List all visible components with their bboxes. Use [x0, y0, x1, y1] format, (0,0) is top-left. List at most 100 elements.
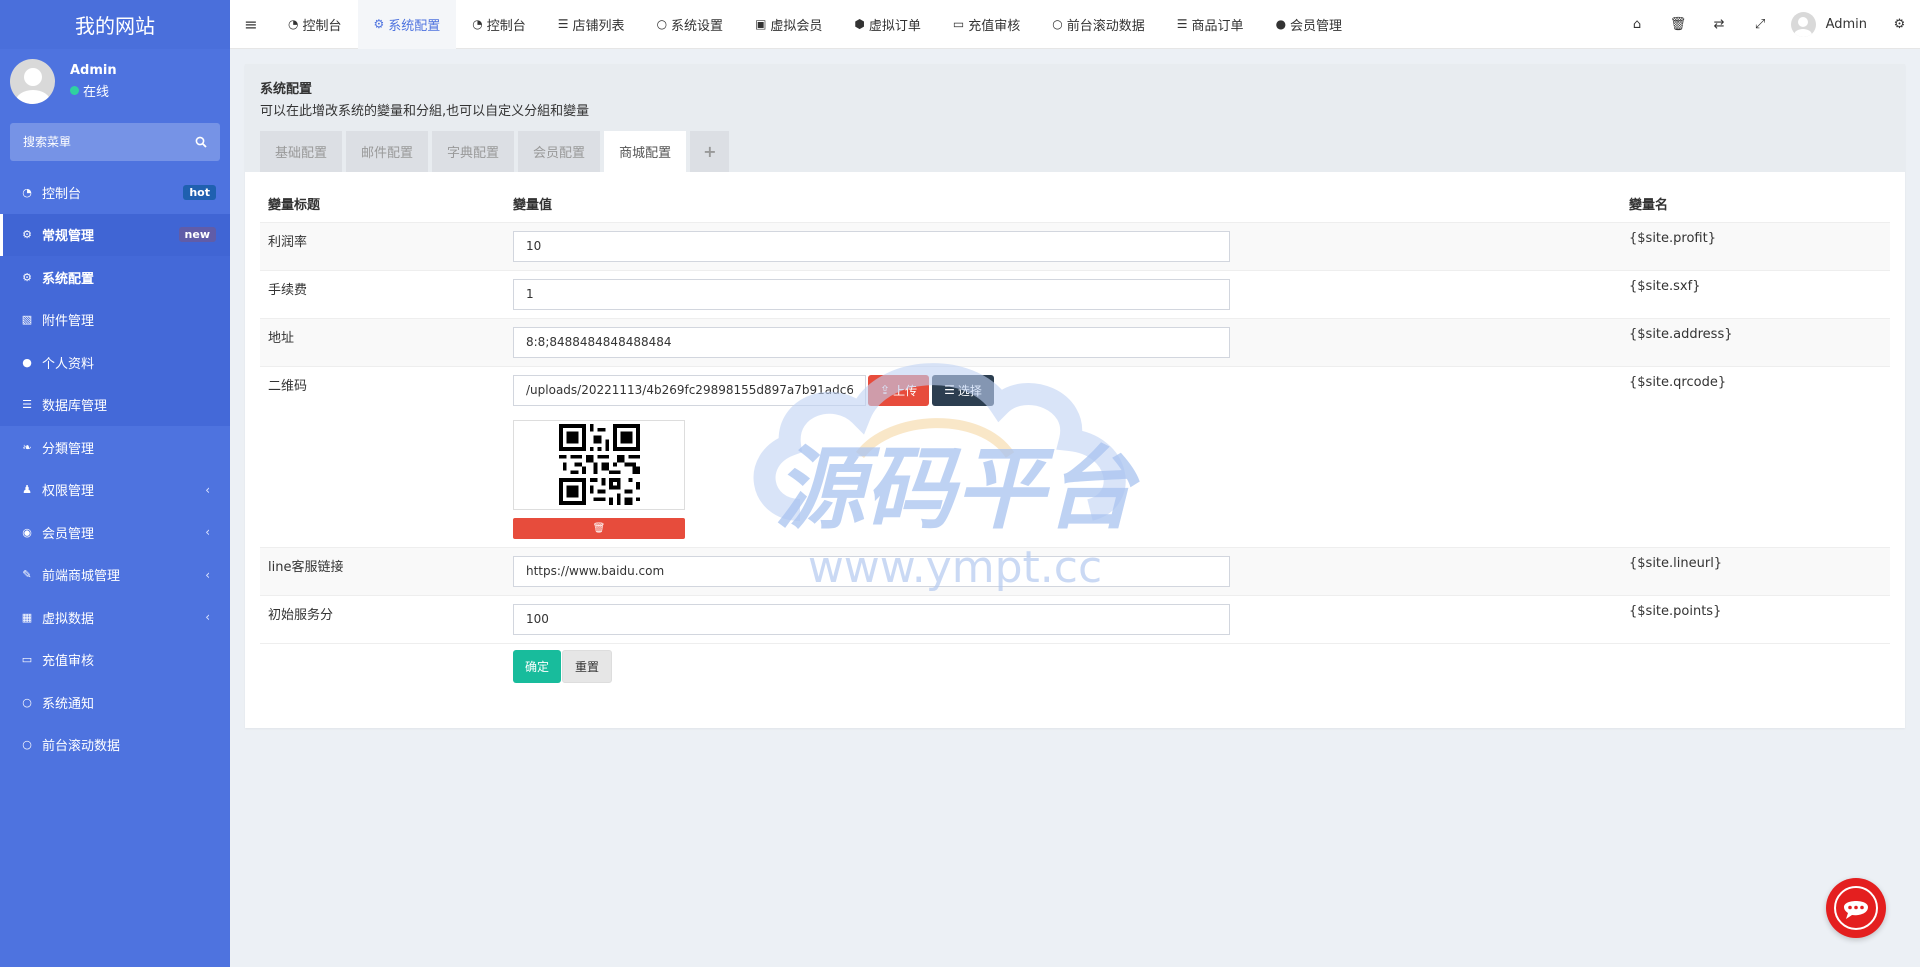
- column-header-value: 變量值: [505, 185, 1621, 223]
- sidebar-item-notifications[interactable]: ○ 系统通知: [0, 681, 230, 724]
- chevron-left-icon: ‹: [205, 610, 210, 625]
- qrcode-path-input[interactable]: [513, 374, 866, 406]
- row-title: line客服链接: [260, 546, 505, 595]
- address-input[interactable]: [513, 326, 1230, 358]
- table-header-row: 變量标题 變量值 變量名: [260, 185, 1890, 223]
- sidebar-item-label: 前端商城管理: [42, 569, 121, 585]
- sidebar-item-recharge-review[interactable]: ▭ 充值审核: [0, 639, 230, 682]
- tab-email-config[interactable]: 邮件配置: [346, 131, 429, 172]
- sidebar-item-database[interactable]: ☰ 数据库管理: [0, 383, 230, 426]
- upload-button[interactable]: ⇪ 上传: [868, 374, 930, 406]
- dashboard-icon: ◔: [288, 17, 299, 31]
- database-icon: ☰: [22, 398, 32, 412]
- online-dot-icon: [70, 86, 79, 95]
- tab-system-settings[interactable]: ○ 系统设置: [641, 0, 740, 49]
- tab-recharge-review[interactable]: ▭ 充值审核: [937, 0, 1036, 49]
- variable-name: {$site.qrcode}: [1621, 365, 1890, 547]
- cogs-icon[interactable]: ⚙: [1879, 0, 1920, 49]
- menu-search-input[interactable]: [23, 135, 173, 149]
- sidebar-item-virtual-data[interactable]: ▦ 虚拟数据 ‹: [0, 596, 230, 639]
- line-url-input[interactable]: [513, 555, 1230, 587]
- tab-system-config[interactable]: ⚙ 系统配置: [357, 0, 457, 49]
- cogs-icon: ⚙: [22, 228, 32, 242]
- fullscreen-icon[interactable]: ⤢: [1740, 0, 1781, 49]
- sidebar-item-general[interactable]: ⚙ 常规管理 new: [0, 213, 230, 256]
- sidebar-item-system-config[interactable]: ⚙ 系统配置: [0, 256, 230, 299]
- variable-name: {$site.points}: [1621, 594, 1890, 643]
- sidebar-item-label: 控制台: [42, 186, 82, 202]
- sidebar-toggle-icon[interactable]: ≡: [230, 0, 272, 49]
- tab-mall-config[interactable]: 商城配置: [604, 131, 687, 172]
- trash-icon[interactable]: 🗑: [1658, 0, 1699, 49]
- initial-points-input[interactable]: [513, 603, 1230, 635]
- tab-shop-list[interactable]: ☰ 店铺列表: [542, 0, 641, 49]
- tab-label: 商品订单: [1191, 18, 1244, 34]
- sidebar-item-label: 前台滚动数据: [42, 739, 121, 755]
- sidebar-item-dashboard[interactable]: ◔ 控制台 hot: [0, 171, 230, 214]
- table-row: 二维码 ⇪上传 ☰选择: [260, 365, 1890, 547]
- sidebar-item-category[interactable]: ❧ 分類管理: [0, 426, 230, 469]
- tab-dashboard[interactable]: ◔ 控制台: [272, 0, 358, 49]
- sidebar-item-members[interactable]: ◉ 会员管理 ‹: [0, 511, 230, 554]
- tab-label: 虚拟订单: [868, 18, 921, 34]
- tab-member-management[interactable]: ● 会员管理: [1260, 0, 1359, 49]
- reset-button[interactable]: 重置: [562, 649, 613, 683]
- row-title: 地址: [260, 317, 505, 366]
- select-button[interactable]: ☰ 选择: [932, 374, 994, 406]
- magic-icon: ✎: [22, 568, 32, 582]
- translate-icon[interactable]: ⇄: [1699, 0, 1740, 49]
- tab-label: 控制台: [302, 18, 342, 34]
- tab-label: 会员管理: [1290, 18, 1343, 34]
- sidebar-search: [10, 123, 220, 161]
- variable-name: {$site.sxf}: [1621, 269, 1890, 318]
- sidebar-item-permissions[interactable]: ♟ 权限管理 ‹: [0, 469, 230, 512]
- table-row: 手续费 {$site.sxf}: [260, 269, 1890, 318]
- cube-icon: ⬢: [854, 17, 865, 31]
- leaf-icon: ❧: [22, 440, 32, 454]
- list-icon: ☰: [557, 17, 569, 31]
- search-icon[interactable]: [195, 136, 207, 148]
- tab-virtual-orders[interactable]: ⬢ 虚拟订单: [838, 0, 937, 49]
- sidebar-item-label: 分類管理: [42, 441, 95, 457]
- home-icon[interactable]: ⌂: [1617, 0, 1658, 49]
- topbar-user-menu[interactable]: Admin: [1781, 12, 1879, 37]
- sidebar-item-profile[interactable]: ● 个人资料: [0, 341, 230, 384]
- sidebar-item-attachments[interactable]: ▧ 附件管理: [0, 298, 230, 341]
- sidebar-item-frontend-mall[interactable]: ✎ 前端商城管理 ‹: [0, 554, 230, 597]
- column-header-name: 變量名: [1621, 185, 1890, 223]
- submit-button[interactable]: 确定: [513, 649, 562, 683]
- column-header-title: 變量标题: [260, 185, 505, 223]
- calendar-icon: ▦: [21, 610, 33, 624]
- row-title: 二维码: [260, 365, 505, 547]
- table-row: 初始服务分 {$site.points}: [260, 594, 1890, 643]
- user-icon: ●: [22, 355, 32, 369]
- sidebar-item-label: 系统配置: [42, 271, 95, 287]
- config-tabs: 基础配置 邮件配置 字典配置 会员配置 商城配置 +: [260, 131, 733, 172]
- fee-input[interactable]: [513, 278, 1230, 310]
- config-panel: 系统配置 可以在此增改系统的變量和分組,也可以自定义分組和變量 基础配置 邮件配…: [245, 64, 1905, 728]
- tab-member-config[interactable]: 会员配置: [518, 131, 601, 172]
- tab-product-orders[interactable]: ☰ 商品订单: [1161, 0, 1260, 49]
- tab-virtual-members[interactable]: ▣ 虚拟会员: [739, 0, 838, 49]
- sidebar-item-label: 数据库管理: [42, 399, 108, 415]
- tab-scroll-data[interactable]: ○ 前台滚动数据: [1036, 0, 1161, 49]
- sidebar-item-label: 个人资料: [42, 356, 95, 372]
- new-badge: new: [178, 227, 216, 243]
- site-logo[interactable]: 我的网站: [0, 0, 230, 49]
- profit-rate-input[interactable]: [513, 230, 1230, 262]
- sidebar-item-label: 常规管理: [42, 229, 95, 245]
- sidebar-item-scroll-data[interactable]: ○ 前台滚动数据: [0, 724, 230, 767]
- tab-basic-config[interactable]: 基础配置: [260, 131, 343, 172]
- sidebar-menu: ◔ 控制台 hot ⚙ 常规管理 new ⚙ 系统配置 ▧ 附件管理 ● 个人资…: [0, 171, 230, 766]
- tab-label: 前台滚动数据: [1066, 18, 1145, 34]
- tab-label: 控制台: [486, 18, 526, 34]
- table-row: 地址 {$site.address}: [260, 317, 1890, 366]
- chat-button[interactable]: [1826, 878, 1886, 938]
- page-title: 系统配置: [260, 82, 313, 97]
- circle-icon: ○: [1052, 17, 1063, 31]
- tab-dictionary-config[interactable]: 字典配置: [432, 131, 515, 172]
- add-group-button[interactable]: +: [690, 131, 730, 172]
- delete-image-button[interactable]: 🗑: [513, 517, 685, 539]
- tab-dashboard-2[interactable]: ◔ 控制台: [456, 0, 542, 49]
- table-row: 利润率 {$site.profit}: [260, 221, 1890, 270]
